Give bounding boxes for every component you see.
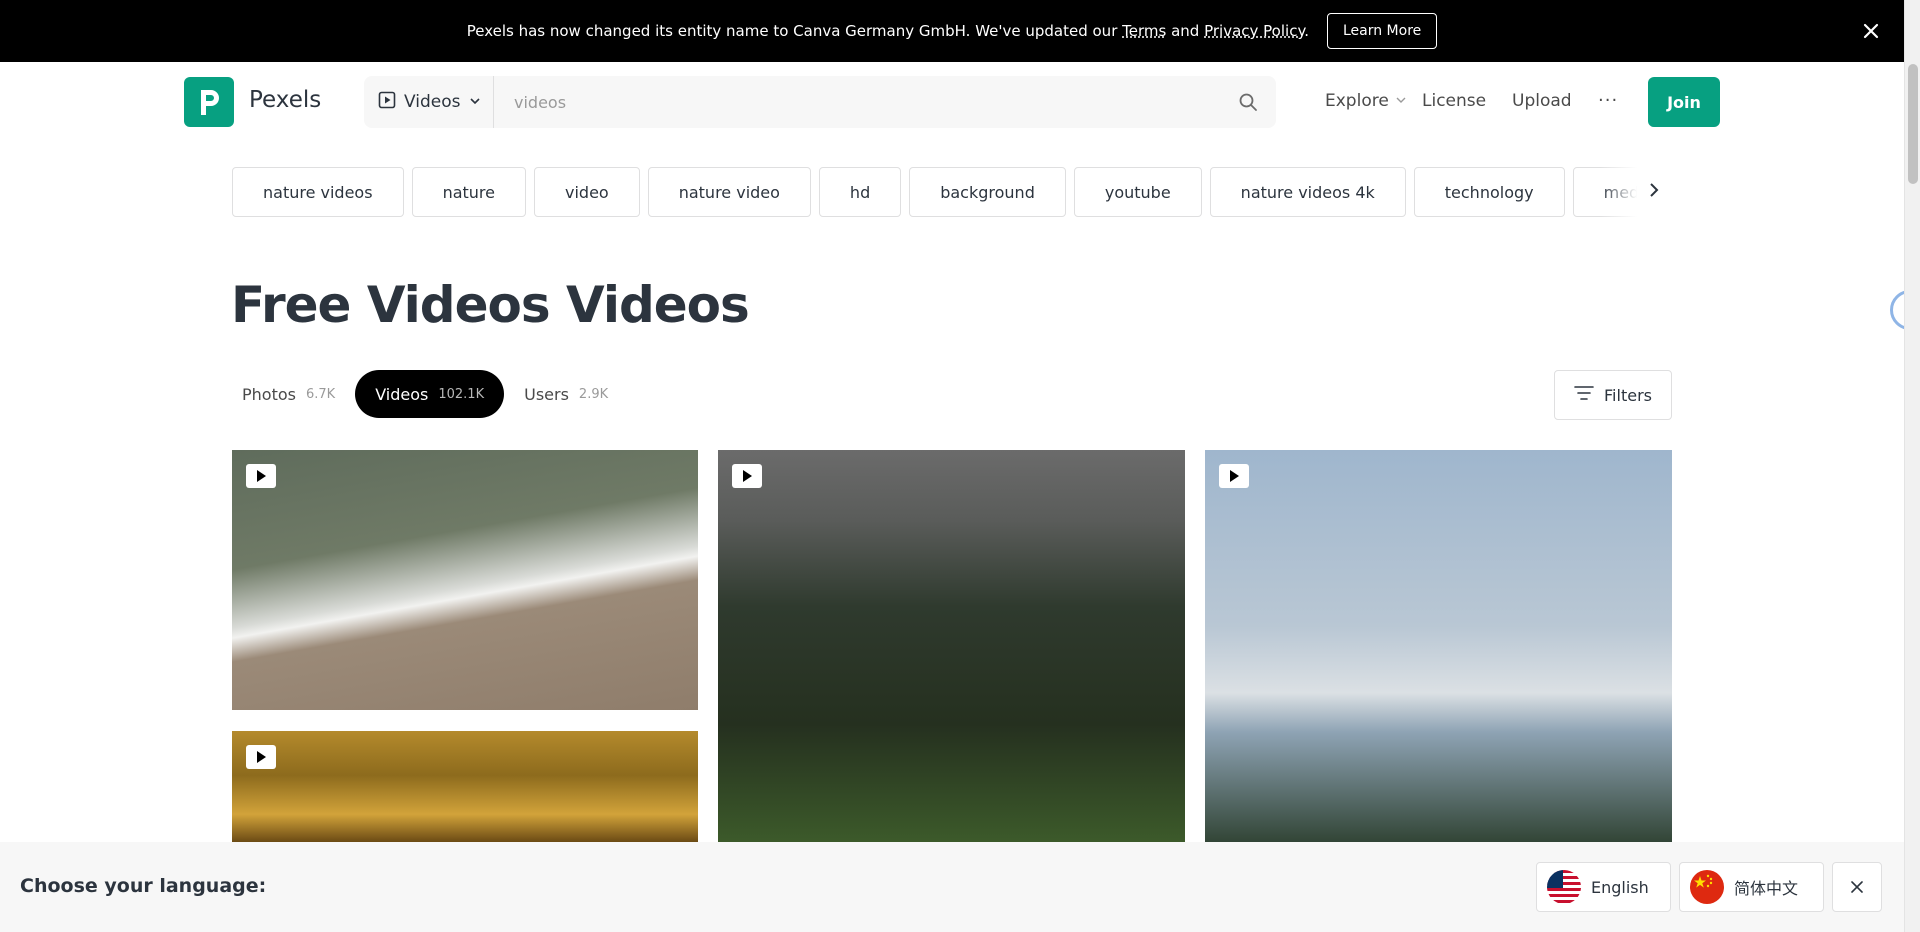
chips-scroll-right[interactable]	[1600, 167, 1662, 217]
pexels-logo-icon[interactable]	[184, 77, 234, 127]
search-bar: Videos	[364, 76, 1276, 128]
video-badge-icon	[246, 464, 276, 488]
video-badge-icon	[1219, 464, 1249, 488]
tab-count: 2.9K	[578, 386, 609, 402]
chip-video[interactable]: video	[534, 167, 640, 217]
header: Pexels Videos Explore License Upload ···…	[0, 62, 1904, 142]
chevron-down-icon	[1395, 91, 1407, 111]
nav-explore-label: Explore	[1325, 91, 1389, 111]
announcement-message: Pexels has now changed its entity name t…	[466, 22, 1123, 40]
scrollbar-thumb[interactable]	[1908, 64, 1918, 184]
related-searches: nature videos nature video nature video …	[232, 167, 1662, 217]
page-title: Free Videos Videos	[231, 276, 750, 334]
language-english-label: English	[1591, 877, 1649, 897]
search-input[interactable]	[494, 76, 1220, 128]
chip-nature-videos-4k[interactable]: nature videos 4k	[1209, 167, 1406, 217]
chip-hd[interactable]: hd	[818, 167, 902, 217]
tab-users[interactable]: Users 2.9K	[508, 370, 624, 418]
tab-label: Videos	[375, 384, 429, 404]
language-bar: Choose your language: English 简体中文	[0, 842, 1904, 932]
announcement-and: and	[1166, 22, 1205, 40]
join-button[interactable]: Join	[1648, 77, 1720, 127]
chip-nature[interactable]: nature	[411, 167, 526, 217]
search-type-label: Videos	[404, 92, 461, 112]
logo-text[interactable]: Pexels	[249, 87, 321, 113]
chevron-right-icon	[1646, 182, 1662, 202]
nav-license[interactable]: License	[1422, 91, 1486, 111]
filter-icon	[1574, 385, 1594, 405]
nav-upload[interactable]: Upload	[1512, 91, 1572, 111]
video-thumbnail[interactable]	[232, 450, 698, 710]
nav-explore[interactable]: Explore	[1325, 91, 1407, 111]
more-options-icon[interactable]: ···	[1598, 90, 1618, 111]
tab-videos[interactable]: Videos 102.1K	[355, 370, 505, 418]
video-badge-icon	[246, 745, 276, 769]
chip-nature-videos[interactable]: nature videos	[232, 167, 404, 217]
privacy-policy-link[interactable]: Privacy Policy	[1204, 22, 1304, 40]
search-icon[interactable]	[1220, 76, 1276, 128]
announcement-period: .	[1304, 22, 1309, 40]
tab-photos[interactable]: Photos 6.7K	[226, 370, 351, 418]
learn-more-button[interactable]: Learn More	[1326, 13, 1438, 49]
chip-technology[interactable]: technology	[1413, 167, 1565, 217]
language-prompt: Choose your language:	[20, 875, 267, 897]
media-tabs: Photos 6.7K Videos 102.1K Users 2.9K	[226, 370, 624, 418]
china-flag-icon	[1690, 870, 1724, 904]
chip-youtube[interactable]: youtube	[1073, 167, 1202, 217]
scrollbar[interactable]	[1904, 0, 1920, 932]
terms-link[interactable]: Terms	[1122, 22, 1166, 40]
us-flag-icon	[1547, 870, 1581, 904]
chip-background[interactable]: background	[909, 167, 1066, 217]
announcement-text: Pexels has now changed its entity name t…	[467, 22, 1309, 40]
tab-label: Users	[524, 384, 569, 404]
filters-button[interactable]: Filters	[1554, 370, 1672, 420]
video-thumbnail[interactable]	[1205, 450, 1672, 842]
search-type-dropdown[interactable]: Videos	[364, 76, 494, 128]
language-chinese-label: 简体中文	[1734, 879, 1799, 898]
chevron-down-icon	[469, 92, 481, 112]
video-badge-icon	[732, 464, 762, 488]
chip-nature-video[interactable]: nature video	[647, 167, 811, 217]
tab-label: Photos	[242, 384, 296, 404]
tab-count: 6.7K	[305, 386, 336, 402]
announcement-bar: Pexels has now changed its entity name t…	[0, 0, 1904, 62]
language-english-button[interactable]: English	[1536, 862, 1671, 912]
close-language-bar-icon[interactable]	[1832, 862, 1882, 912]
video-icon	[378, 91, 396, 114]
video-thumbnail[interactable]	[718, 450, 1185, 842]
video-thumbnail[interactable]	[232, 731, 698, 842]
tab-count: 102.1K	[438, 386, 485, 402]
filters-label: Filters	[1604, 385, 1652, 405]
close-icon[interactable]	[1858, 18, 1884, 44]
language-chinese-button[interactable]: 简体中文	[1679, 862, 1824, 912]
